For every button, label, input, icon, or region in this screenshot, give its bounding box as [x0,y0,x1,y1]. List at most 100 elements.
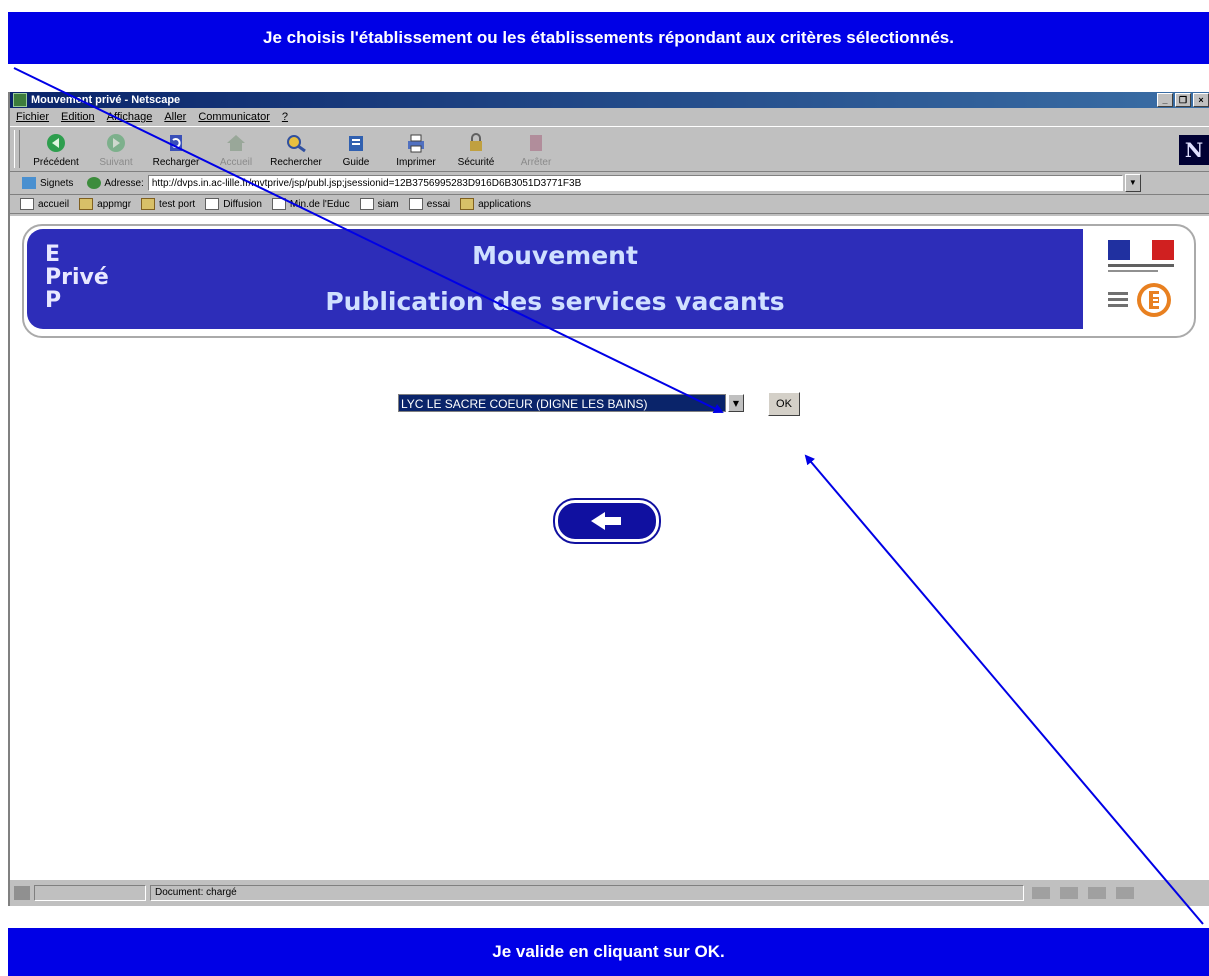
forward-button-label: Suivant [99,157,133,168]
menu-aller[interactable]: Aller [158,111,192,123]
page-header-banner: E Privé P Mouvement Publication des serv… [22,224,1196,338]
stop-icon [530,135,542,151]
window-titlebar: Mouvement privé - Netscape _ ❐ × [10,92,1209,108]
page-icon [408,198,423,210]
menu-help[interactable]: ? [276,111,294,123]
ok-button[interactable]: OK [768,392,800,416]
status-bar: Document: chargé [10,882,1209,904]
menu-bar: Fichier Edition Affichage Aller Communic… [10,109,1209,125]
address-input[interactable]: http://dvps.in.ac-lille.fr/mvtprive/jsp/… [147,175,1123,191]
bookmark-appmgr[interactable]: appmgr [79,198,131,210]
home-icon [227,135,245,151]
security-button[interactable]: Sécurité [446,132,506,171]
menu-communicator[interactable]: Communicator [192,111,276,123]
top-annotation-text: Je choisis l'établissement ou les établi… [263,28,954,47]
bookmark-label: essai [426,198,451,210]
folder-icon [141,198,156,210]
page-icon [359,198,374,210]
search-button-label: Rechercher [270,157,322,168]
page-icon [20,198,34,210]
bookmark-essai[interactable]: essai [408,198,451,210]
address-label: Adresse: [104,177,144,189]
folder-icon [79,198,94,210]
menu-affichage[interactable]: Affichage [101,111,159,123]
bottom-annotation-banner: Je valide en cliquant sur OK. [8,928,1209,976]
browser-window: Mouvement privé - Netscape _ ❐ × Fichier… [8,92,1209,906]
back-nav-button[interactable] [553,498,661,544]
lock-icon [470,133,482,151]
netscape-app-icon [13,93,27,107]
bookmark-accueil[interactable]: accueil [20,198,69,210]
back-arrow-icon [47,134,65,152]
bottom-annotation-text: Je valide en cliquant sur OK. [492,942,725,961]
bookmark-applications[interactable]: applications [460,198,531,210]
close-icon[interactable]: × [1193,93,1209,107]
home-button[interactable]: Accueil [206,132,266,171]
bookmark-label: applications [478,198,531,210]
bookmark-min-educ[interactable]: Min.de l'Educ [271,198,350,210]
chevron-down-icon[interactable]: ▼ [728,394,744,412]
toolbar-grip[interactable] [14,130,20,168]
forward-arrow-icon [107,134,125,152]
bookmark-diffusion[interactable]: Diffusion [205,198,262,210]
bookmark-label: appmgr [97,198,132,210]
bookmark-label: accueil [38,198,70,210]
page-proxy-icon[interactable] [87,177,102,189]
navigation-toolbar: Précédent Suivant Recharger Accueil Rech… [10,126,1209,172]
back-button-label: Précédent [33,157,79,168]
personal-toolbar: accueil appmgr test port Diffusion Min.d… [10,195,1209,214]
menu-fichier[interactable]: Fichier [10,111,55,123]
page-icon [205,198,220,210]
bookmarks-icon[interactable] [22,177,36,189]
page-title: Mouvement [472,241,638,270]
print-icon [408,134,424,153]
mail-icon[interactable] [1060,887,1078,899]
back-button[interactable]: Précédent [26,132,86,171]
netscape-logo[interactable]: N [1179,135,1209,165]
location-bar: Signets Adresse: http://dvps.in.ac-lille… [10,172,1209,195]
status-text: Document: chargé [150,885,1024,901]
stop-button[interactable]: Arrêter [506,132,566,171]
print-button-label: Imprimer [396,157,436,168]
search-icon [287,135,306,153]
stop-button-label: Arrêter [520,157,552,168]
discussion-icon[interactable] [1088,887,1106,899]
window-title: Mouvement privé - Netscape [31,94,181,106]
address-dropdown-button[interactable]: ▼ [1124,174,1141,192]
page-header-panel: E Privé P Mouvement Publication des serv… [27,229,1083,329]
ministry-logo [1108,240,1174,317]
menu-edition[interactable]: Edition [55,111,101,123]
search-button[interactable]: Rechercher [266,132,326,171]
home-button-label: Accueil [219,157,253,168]
bookmark-test-port[interactable]: test port [141,198,195,210]
maximize-icon[interactable]: ❐ [1175,93,1191,107]
component-tray [1032,887,1134,899]
guide-icon [349,136,363,151]
page-subtitle: Publication des services vacants [325,287,785,316]
folder-icon [460,198,475,210]
page-content: E Privé P Mouvement Publication des serv… [10,216,1209,880]
bookmark-label: Min.de l'Educ [289,198,350,210]
bookmark-siam[interactable]: siam [359,198,399,210]
minimize-icon[interactable]: _ [1157,93,1173,107]
bookmark-label: siam [377,198,399,210]
security-status-icon[interactable] [14,886,30,900]
etablissement-select-value[interactable]: LYC LE SACRE COEUR (DIGNE LES BAINS) [398,394,726,412]
reload-button[interactable]: Recharger [146,132,206,171]
print-button[interactable]: Imprimer [386,132,446,171]
reload-icon [170,135,182,151]
top-annotation-banner: Je choisis l'établissement ou les établi… [8,12,1209,64]
reload-button-label: Recharger [152,157,200,168]
security-button-label: Sécurité [457,157,495,168]
bookmark-label: test port [159,198,196,210]
page-icon [271,198,286,210]
forward-button[interactable]: Suivant [86,132,146,171]
progress-indicator [34,885,146,901]
bookmarks-button[interactable]: Signets [40,178,73,189]
etablissement-select[interactable]: LYC LE SACRE COEUR (DIGNE LES BAINS) ▼ [398,394,744,412]
guide-button[interactable]: Guide [326,132,386,171]
navigator-icon[interactable] [1032,887,1050,899]
guide-button-label: Guide [342,157,370,168]
bookmark-label: Diffusion [223,198,262,210]
composer-icon[interactable] [1116,887,1134,899]
